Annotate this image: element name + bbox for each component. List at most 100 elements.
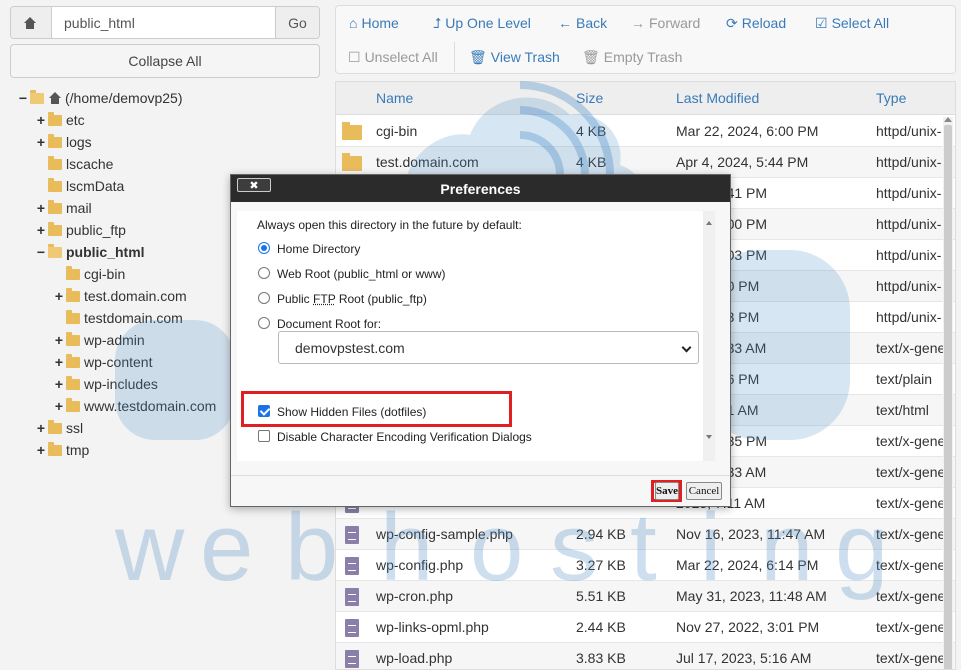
reload-button[interactable]: ⟳ Reload [726, 9, 786, 37]
collapse-toggle-icon[interactable]: − [18, 90, 28, 106]
tree-item-www-testdomain[interactable]: + www.testdomain.com [54, 395, 216, 417]
disable-encoding-checkbox[interactable] [258, 430, 270, 442]
column-header-modified[interactable]: Last Modified [676, 90, 759, 106]
domain-select[interactable]: demovpstest.com [278, 331, 699, 364]
expand-toggle-icon[interactable]: + [36, 134, 46, 150]
scrollbar-thumb[interactable] [944, 125, 952, 669]
cell-name: wp-config-sample.php [376, 526, 513, 542]
tree-root[interactable]: − (/home/demovp25) [18, 87, 183, 109]
cancel-button[interactable]: Cancel [686, 482, 722, 500]
chevron-down-icon [681, 342, 692, 353]
cell-size: 3.83 KB [576, 650, 626, 666]
back-button[interactable]: ← Back [558, 9, 607, 37]
empty-trash-button[interactable]: 🗑 Empty Trash [582, 43, 682, 71]
expand-toggle-icon[interactable]: + [36, 222, 46, 238]
table-row[interactable]: wp-config.php 3.27 KB Mar 22, 2024, 6:14 P… [336, 550, 955, 581]
folder-icon [66, 375, 80, 390]
tree-item-cgi-bin[interactable]: +cgi-bin [54, 263, 125, 285]
tree-item-ssl[interactable]: + ssl [36, 417, 83, 439]
cell-modified: Nov 27, 2022, 3:01 PM [676, 619, 820, 635]
path-home-button[interactable] [11, 7, 52, 38]
tree-item-test-domain[interactable]: + test.domain.com [54, 285, 187, 307]
tree-item-etc[interactable]: + etc [36, 109, 85, 131]
close-button[interactable]: ✖ [237, 178, 271, 192]
radio-document-root[interactable] [258, 317, 270, 329]
table-scrollbar[interactable] [943, 117, 953, 669]
radio-label-docroot[interactable]: Document Root for: [277, 317, 381, 331]
folder-icon [48, 419, 62, 434]
home-button[interactable]: ⌂ Home [349, 9, 399, 37]
expand-toggle-icon[interactable]: + [54, 398, 64, 414]
radio-web-root[interactable] [258, 267, 270, 279]
folder-icon [66, 309, 80, 324]
cell-type: text/x-gene [876, 557, 946, 573]
folder-icon [66, 331, 80, 346]
table-row[interactable]: wp-load.php 3.83 KB Jul 17, 2023, 5:16 AM t… [336, 643, 955, 669]
file-icon [345, 557, 359, 575]
tree-item-tmp[interactable]: + tmp [36, 439, 89, 461]
tree-item-mail[interactable]: + mail [36, 197, 92, 219]
table-row[interactable]: cgi-bin 4 KB Mar 22, 2024, 6:00 PM httpd/un… [336, 116, 955, 147]
tree-item-public-ftp[interactable]: + public_ftp [36, 219, 126, 241]
file-icon [342, 526, 362, 544]
dialog-scrollbar[interactable] [703, 211, 715, 461]
tree-item-wp-content[interactable]: + wp-content [54, 351, 152, 373]
up-one-level-button[interactable]: ⮥ Up One Level [433, 9, 531, 37]
folder-icon [66, 287, 80, 302]
tree-item-wp-includes[interactable]: + wp-includes [54, 373, 158, 395]
table-row[interactable]: wp-config-sample.php 2.94 KB Nov 16, 2023,… [336, 519, 955, 550]
tree-item-wp-admin[interactable]: + wp-admin [54, 329, 145, 351]
select-all-button[interactable]: ☑ Select All [815, 9, 889, 37]
tree-item-label: public_ftp [66, 222, 126, 238]
table-row[interactable]: wp-links-opml.php 2.44 KB Nov 27, 2022, 3:… [336, 612, 955, 643]
tree-item-lscache[interactable]: +lscache [36, 153, 113, 175]
tree-item-label: wp-includes [84, 376, 158, 392]
cell-type: text/x-gene [876, 650, 946, 666]
folder-icon [48, 111, 62, 126]
column-header-name[interactable]: Name [376, 90, 413, 106]
expand-toggle-icon[interactable]: + [36, 420, 46, 436]
column-header-type[interactable]: Type [876, 90, 906, 106]
scroll-up-icon[interactable] [944, 117, 952, 122]
expand-toggle-icon[interactable]: + [54, 354, 64, 370]
table-row[interactable]: wp-cron.php 5.51 KB May 31, 2023, 11:48 AM… [336, 581, 955, 612]
close-icon: ✖ [249, 179, 259, 192]
collapse-toggle-icon[interactable]: − [36, 244, 46, 260]
folder-icon [48, 155, 62, 170]
expand-toggle-icon[interactable]: + [36, 442, 46, 458]
tree-item-testdomain[interactable]: +testdomain.com [54, 307, 183, 329]
tree-item-public-html[interactable]: − public_html [36, 241, 145, 263]
unselect-all-button[interactable]: ☐ Unselect All [348, 43, 438, 71]
cell-type: httpd/unix- [876, 278, 942, 294]
path-input[interactable] [52, 7, 275, 38]
collapse-all-button[interactable]: Collapse All [10, 44, 320, 78]
expand-toggle-icon[interactable]: + [36, 112, 46, 128]
expand-toggle-icon[interactable]: + [36, 200, 46, 216]
expand-toggle-icon[interactable]: + [54, 376, 64, 392]
radio-public-ftp[interactable] [258, 292, 270, 304]
scroll-up-icon[interactable] [706, 221, 712, 225]
disable-encoding-label[interactable]: Disable Character Encoding Verification … [277, 430, 532, 444]
radio-label-webroot[interactable]: Web Root (public_html or www) [277, 267, 446, 281]
scroll-down-icon[interactable] [706, 435, 712, 439]
expand-toggle-icon[interactable]: + [54, 288, 64, 304]
radio-home-directory[interactable] [258, 242, 270, 254]
home-icon: ⌂ [349, 15, 358, 31]
save-button[interactable]: Save [655, 482, 679, 500]
cell-name: wp-links-opml.php [376, 619, 489, 635]
tree-item-logs[interactable]: + logs [36, 131, 92, 153]
cell-type: text/x-gene [876, 526, 946, 542]
tree-item-label: tmp [66, 442, 90, 458]
cell-type: httpd/unix- [876, 216, 942, 232]
folder-icon [342, 153, 362, 172]
forward-button[interactable]: → Forward [631, 9, 700, 37]
tree-item-lscmdata[interactable]: +lscmData [36, 175, 124, 197]
cell-type: httpd/unix- [876, 247, 942, 263]
toolbar: ⌂ Home ⮥ Up One Level ← Back → Forward ⟳ Relo… [335, 5, 956, 74]
column-header-size[interactable]: Size [576, 90, 603, 106]
radio-label-ftp[interactable]: Public FTP Root (public_ftp) [277, 292, 427, 306]
go-button[interactable]: Go [275, 7, 319, 38]
view-trash-button[interactable]: 🗑 View Trash [469, 43, 560, 71]
radio-label-home[interactable]: Home Directory [277, 242, 360, 256]
expand-toggle-icon[interactable]: + [54, 332, 64, 348]
